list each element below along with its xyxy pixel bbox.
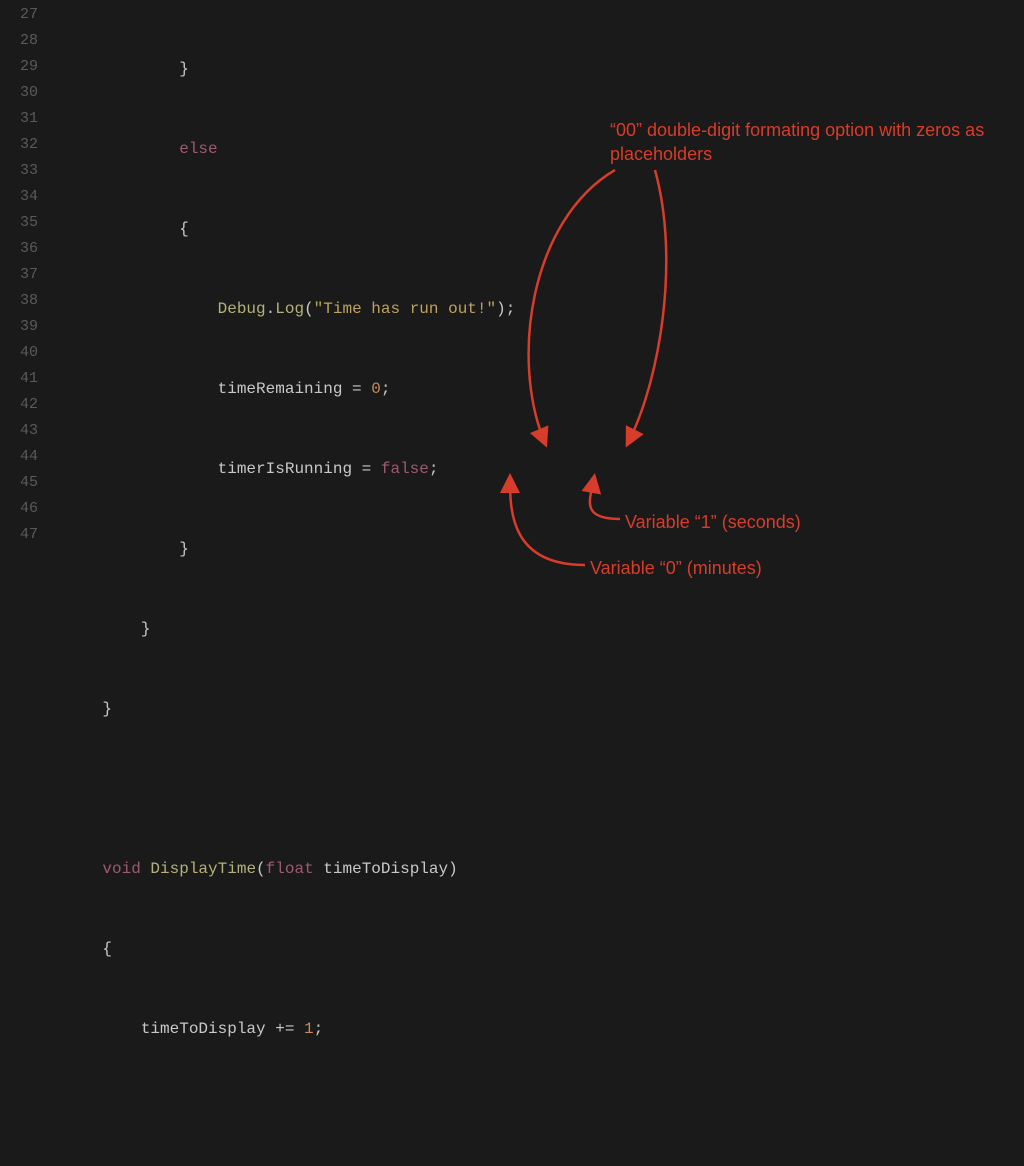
line-number: 35 xyxy=(0,210,38,236)
line-number: 31 xyxy=(0,106,38,132)
line-number: 44 xyxy=(0,444,38,470)
line-number: 32 xyxy=(0,132,38,158)
line-number: 29 xyxy=(0,54,38,80)
code-line[interactable]: timeToDisplay += 1; xyxy=(50,1016,1024,1042)
code-line[interactable]: } xyxy=(50,536,1024,562)
line-number: 43 xyxy=(0,418,38,444)
code-area[interactable]: } else { Debug.Log("Time has run out!");… xyxy=(50,0,1024,583)
code-line[interactable]: timeRemaining = 0; xyxy=(50,376,1024,402)
code-line[interactable]: } xyxy=(50,56,1024,82)
line-number: 47 xyxy=(0,522,38,548)
line-number: 39 xyxy=(0,314,38,340)
line-number-gutter: 27 28 29 30 31 32 33 34 35 36 37 38 39 4… xyxy=(0,0,50,583)
line-number: 34 xyxy=(0,184,38,210)
line-number: 40 xyxy=(0,340,38,366)
code-line[interactable]: timerIsRunning = false; xyxy=(50,456,1024,482)
code-line[interactable] xyxy=(50,1096,1024,1122)
code-editor[interactable]: 27 28 29 30 31 32 33 34 35 36 37 38 39 4… xyxy=(0,0,1024,583)
line-number: 28 xyxy=(0,28,38,54)
code-line[interactable]: { xyxy=(50,216,1024,242)
code-line[interactable] xyxy=(50,776,1024,802)
line-number: 36 xyxy=(0,236,38,262)
line-number: 30 xyxy=(0,80,38,106)
code-line[interactable]: Debug.Log("Time has run out!"); xyxy=(50,296,1024,322)
line-number: 33 xyxy=(0,158,38,184)
line-number: 27 xyxy=(0,2,38,28)
line-number: 46 xyxy=(0,496,38,522)
code-line[interactable]: void DisplayTime(float timeToDisplay) xyxy=(50,856,1024,882)
line-number: 37 xyxy=(0,262,38,288)
line-number: 41 xyxy=(0,366,38,392)
line-number: 38 xyxy=(0,288,38,314)
line-number: 42 xyxy=(0,392,38,418)
code-line[interactable]: { xyxy=(50,936,1024,962)
code-line[interactable]: } xyxy=(50,616,1024,642)
code-line[interactable]: else xyxy=(50,136,1024,162)
code-line[interactable]: } xyxy=(50,696,1024,722)
line-number: 45 xyxy=(0,470,38,496)
